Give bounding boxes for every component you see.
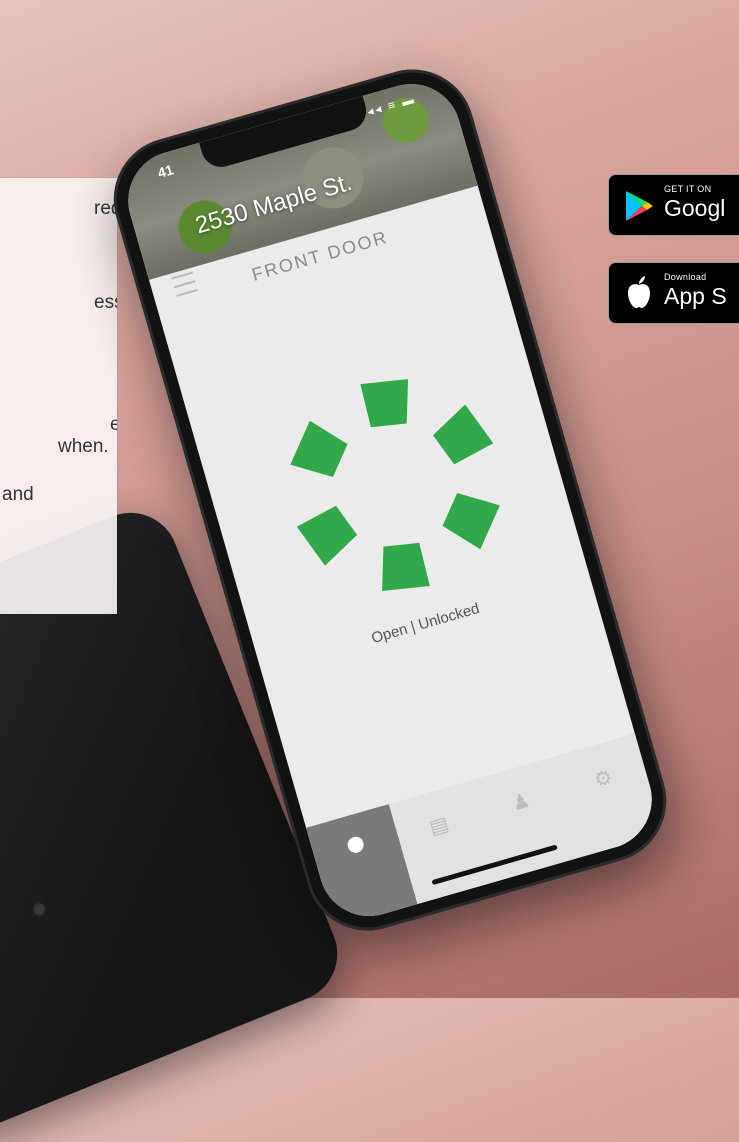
spinner-segment	[296, 505, 358, 566]
info-text-line: when.	[58, 436, 109, 457]
google-play-badge[interactable]: GET IT ON Googl	[609, 175, 739, 235]
spinner-segment	[442, 492, 500, 550]
gear-icon: ⚙	[591, 765, 616, 793]
spinner-segment	[433, 404, 494, 465]
screw-icon	[30, 900, 49, 919]
lock-status-button[interactable]	[253, 343, 537, 627]
bottom-tab-bar: ▤ ♟ ⚙	[306, 733, 664, 928]
apple-icon	[628, 276, 650, 308]
log-icon: ▤	[426, 812, 452, 840]
info-panel: red ess e when. and	[0, 178, 117, 614]
google-play-icon	[626, 191, 653, 221]
badge-small-text: GET IT ON	[664, 184, 712, 194]
badge-small-text: Download	[664, 272, 707, 282]
info-text-line: ess	[94, 292, 117, 313]
info-text-line: e	[110, 414, 117, 435]
unlock-spinner-icon	[290, 379, 500, 591]
badge-big-text: Googl	[664, 195, 726, 221]
badge-big-text: App S	[664, 283, 727, 309]
spinner-segment	[360, 379, 409, 428]
spinner-segment	[290, 420, 348, 478]
users-icon: ♟	[509, 789, 533, 816]
spinner-segment	[382, 542, 430, 591]
app-store-badge[interactable]: Download App S	[609, 263, 739, 323]
info-text-line: and	[2, 484, 34, 505]
home-dot-icon	[345, 834, 366, 855]
